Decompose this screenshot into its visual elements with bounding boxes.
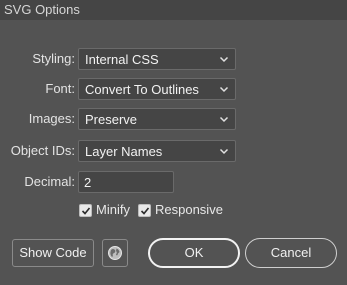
styling-value: Internal CSS bbox=[85, 52, 159, 67]
font-select[interactable]: Convert To Outlines bbox=[78, 78, 236, 100]
globe-icon bbox=[108, 246, 122, 260]
chevron-down-icon bbox=[219, 116, 229, 123]
styling-label: Styling: bbox=[32, 51, 75, 66]
images-label: Images: bbox=[28, 111, 75, 126]
show-code-button[interactable]: Show Code bbox=[12, 239, 94, 267]
dialog-title: SVG Options bbox=[4, 2, 80, 17]
responsive-checkbox[interactable] bbox=[138, 204, 151, 217]
chevron-down-icon bbox=[219, 56, 229, 63]
decimal-value: 2 bbox=[84, 175, 92, 190]
font-row: Font: Convert To Outlines bbox=[0, 78, 347, 100]
styling-row: Styling: Internal CSS bbox=[0, 48, 347, 70]
font-value: Convert To Outlines bbox=[85, 82, 199, 97]
title-bar[interactable]: SVG Options bbox=[0, 0, 347, 20]
checkmark-icon bbox=[140, 207, 150, 215]
responsive-label[interactable]: Responsive bbox=[155, 202, 223, 217]
svg-options-dialog: SVG Options Styling: Internal CSS Font: … bbox=[0, 0, 347, 285]
object-ids-label: Object IDs: bbox=[10, 143, 75, 158]
chevron-down-icon bbox=[219, 86, 229, 93]
checkmark-icon bbox=[81, 207, 91, 215]
object-ids-value: Layer Names bbox=[85, 144, 163, 159]
web-preview-button[interactable] bbox=[102, 239, 128, 267]
images-row: Images: Preserve bbox=[0, 108, 347, 130]
images-select[interactable]: Preserve bbox=[78, 108, 236, 130]
object-ids-row: Object IDs: Layer Names bbox=[0, 140, 347, 162]
decimal-input[interactable]: 2 bbox=[78, 171, 174, 193]
decimal-row: Decimal: 2 bbox=[0, 171, 347, 193]
ok-button[interactable]: OK bbox=[148, 238, 240, 268]
images-value: Preserve bbox=[85, 112, 138, 127]
decimal-label: Decimal: bbox=[24, 174, 75, 189]
styling-select[interactable]: Internal CSS bbox=[78, 48, 236, 70]
cancel-button[interactable]: Cancel bbox=[245, 238, 337, 268]
font-label: Font: bbox=[45, 81, 75, 96]
minify-label[interactable]: Minify bbox=[96, 202, 130, 217]
options-checkbox-row: Minify Responsive bbox=[0, 202, 347, 220]
chevron-down-icon bbox=[219, 148, 229, 155]
minify-checkbox[interactable] bbox=[79, 204, 92, 217]
object-ids-select[interactable]: Layer Names bbox=[78, 140, 236, 162]
